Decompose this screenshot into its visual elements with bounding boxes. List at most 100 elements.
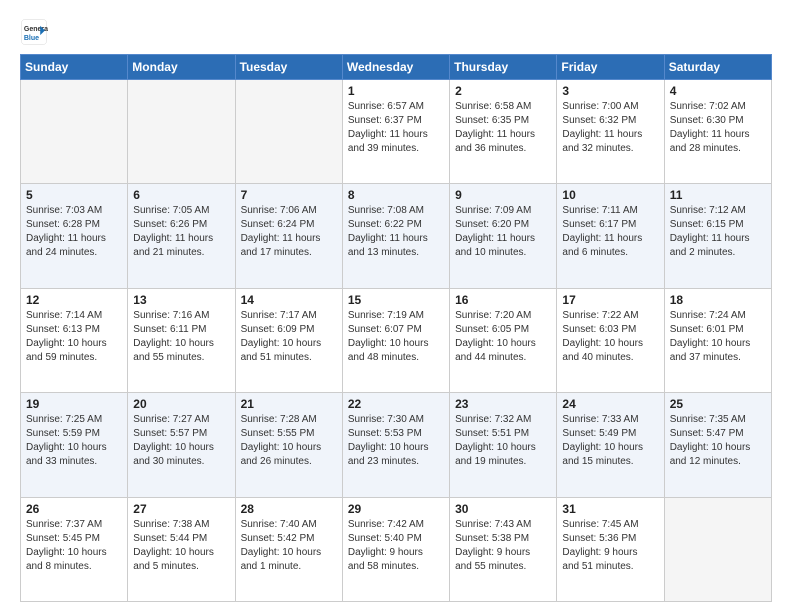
calendar-table: SundayMondayTuesdayWednesdayThursdayFrid… <box>20 54 772 602</box>
day-info: Sunrise: 7:24 AM Sunset: 6:01 PM Dayligh… <box>670 309 766 365</box>
calendar-cell: 7 Sunrise: 7:06 AM Sunset: 6:24 PM Daylig… <box>235 184 342 288</box>
calendar-cell: 5Sunrise: 7:03 AM Sunset: 6:28 PM Daylig… <box>21 184 128 288</box>
calendar-week-row: 5Sunrise: 7:03 AM Sunset: 6:28 PM Daylig… <box>21 184 772 288</box>
day-number: 10 <box>562 188 658 202</box>
day-info: Sunrise: 7:17 AM Sunset: 6:09 PM Dayligh… <box>241 309 337 365</box>
calendar-cell: 15Sunrise: 7:19 AM Sunset: 6:07 PM Dayli… <box>342 288 449 392</box>
day-number: 15 <box>348 293 444 307</box>
day-number: 4 <box>670 84 766 98</box>
logo-icon: General Blue <box>20 18 48 46</box>
day-info: Sunrise: 7:22 AM Sunset: 6:03 PM Dayligh… <box>562 309 658 365</box>
svg-text:General: General <box>24 26 48 33</box>
day-info: Sunrise: 7:30 AM Sunset: 5:53 PM Dayligh… <box>348 413 444 469</box>
day-info: Sunrise: 7:14 AM Sunset: 6:13 PM Dayligh… <box>26 309 122 365</box>
calendar-cell: 12 Sunrise: 7:14 AM Sunset: 6:13 PM Dayli… <box>21 288 128 392</box>
day-number: 13 <box>133 293 229 307</box>
calendar-cell: 24 Sunrise: 7:33 AM Sunset: 5:49 PM Dayli… <box>557 393 664 497</box>
calendar-cell <box>128 80 235 184</box>
day-number: 29 <box>348 502 444 516</box>
calendar-cell: 11 Sunrise: 7:12 AM Sunset: 6:15 PM Dayli… <box>664 184 771 288</box>
calendar-cell: 28 Sunrise: 7:40 AM Sunset: 5:42 PM Dayli… <box>235 497 342 601</box>
day-info: Sunrise: 6:58 AM Sunset: 6:35 PM Dayligh… <box>455 100 551 156</box>
day-number: 21 <box>241 397 337 411</box>
day-number: 24 <box>562 397 658 411</box>
day-number: 18 <box>670 293 766 307</box>
day-info: Sunrise: 7:33 AM Sunset: 5:49 PM Dayligh… <box>562 413 658 469</box>
day-number: 9 <box>455 188 551 202</box>
calendar-cell: 10Sunrise: 7:11 AM Sunset: 6:17 PM Dayli… <box>557 184 664 288</box>
calendar-cell: 2 Sunrise: 6:58 AM Sunset: 6:35 PM Daylig… <box>450 80 557 184</box>
calendar-cell: 21 Sunrise: 7:28 AM Sunset: 5:55 PM Dayli… <box>235 393 342 497</box>
calendar-week-row: 19 Sunrise: 7:25 AM Sunset: 5:59 PM Dayli… <box>21 393 772 497</box>
calendar-cell: 30 Sunrise: 7:43 AM Sunset: 5:38 PM Dayli… <box>450 497 557 601</box>
calendar-cell: 16Sunrise: 7:20 AM Sunset: 6:05 PM Dayli… <box>450 288 557 392</box>
calendar-cell: 23 Sunrise: 7:32 AM Sunset: 5:51 PM Dayli… <box>450 393 557 497</box>
weekday-monday: Monday <box>128 55 235 80</box>
day-info: Sunrise: 7:25 AM Sunset: 5:59 PM Dayligh… <box>26 413 122 469</box>
day-info: Sunrise: 7:16 AM Sunset: 6:11 PM Dayligh… <box>133 309 229 365</box>
calendar-cell: 29Sunrise: 7:42 AM Sunset: 5:40 PM Dayli… <box>342 497 449 601</box>
day-number: 6 <box>133 188 229 202</box>
day-info: Sunrise: 7:12 AM Sunset: 6:15 PM Dayligh… <box>670 204 766 260</box>
day-number: 31 <box>562 502 658 516</box>
day-number: 19 <box>26 397 122 411</box>
calendar-cell: 25Sunrise: 7:35 AM Sunset: 5:47 PM Dayli… <box>664 393 771 497</box>
calendar-cell: 3Sunrise: 7:00 AM Sunset: 6:32 PM Daylig… <box>557 80 664 184</box>
calendar-cell: 31 Sunrise: 7:45 AM Sunset: 5:36 PM Dayli… <box>557 497 664 601</box>
day-info: Sunrise: 7:08 AM Sunset: 6:22 PM Dayligh… <box>348 204 444 260</box>
day-number: 7 <box>241 188 337 202</box>
page: General Blue SundayMondayTuesdayWednesda… <box>0 0 792 612</box>
calendar-cell: 8 Sunrise: 7:08 AM Sunset: 6:22 PM Daylig… <box>342 184 449 288</box>
calendar-cell: 14 Sunrise: 7:17 AM Sunset: 6:09 PM Dayli… <box>235 288 342 392</box>
day-info: Sunrise: 7:38 AM Sunset: 5:44 PM Dayligh… <box>133 518 229 574</box>
calendar-cell: 27Sunrise: 7:38 AM Sunset: 5:44 PM Dayli… <box>128 497 235 601</box>
day-info: Sunrise: 7:20 AM Sunset: 6:05 PM Dayligh… <box>455 309 551 365</box>
day-info: Sunrise: 7:40 AM Sunset: 5:42 PM Dayligh… <box>241 518 337 574</box>
calendar-cell: 13 Sunrise: 7:16 AM Sunset: 6:11 PM Dayli… <box>128 288 235 392</box>
day-info: Sunrise: 7:27 AM Sunset: 5:57 PM Dayligh… <box>133 413 229 469</box>
svg-text:Blue: Blue <box>24 35 39 42</box>
logo: General Blue <box>20 18 50 46</box>
day-info: Sunrise: 7:03 AM Sunset: 6:28 PM Dayligh… <box>26 204 122 260</box>
calendar-cell: 22 Sunrise: 7:30 AM Sunset: 5:53 PM Dayli… <box>342 393 449 497</box>
day-info: Sunrise: 7:02 AM Sunset: 6:30 PM Dayligh… <box>670 100 766 156</box>
calendar-week-row: 1 Sunrise: 6:57 AM Sunset: 6:37 PM Daylig… <box>21 80 772 184</box>
day-info: Sunrise: 7:43 AM Sunset: 5:38 PM Dayligh… <box>455 518 551 574</box>
day-info: Sunrise: 7:45 AM Sunset: 5:36 PM Dayligh… <box>562 518 658 574</box>
day-number: 22 <box>348 397 444 411</box>
weekday-tuesday: Tuesday <box>235 55 342 80</box>
calendar-cell: 26 Sunrise: 7:37 AM Sunset: 5:45 PM Dayli… <box>21 497 128 601</box>
weekday-wednesday: Wednesday <box>342 55 449 80</box>
day-number: 1 <box>348 84 444 98</box>
calendar-cell <box>235 80 342 184</box>
calendar-cell: 9Sunrise: 7:09 AM Sunset: 6:20 PM Daylig… <box>450 184 557 288</box>
calendar-cell: 6 Sunrise: 7:05 AM Sunset: 6:26 PM Daylig… <box>128 184 235 288</box>
day-number: 12 <box>26 293 122 307</box>
day-info: Sunrise: 7:05 AM Sunset: 6:26 PM Dayligh… <box>133 204 229 260</box>
day-info: Sunrise: 7:00 AM Sunset: 6:32 PM Dayligh… <box>562 100 658 156</box>
calendar-cell: 4 Sunrise: 7:02 AM Sunset: 6:30 PM Daylig… <box>664 80 771 184</box>
day-info: Sunrise: 7:06 AM Sunset: 6:24 PM Dayligh… <box>241 204 337 260</box>
day-info: Sunrise: 6:57 AM Sunset: 6:37 PM Dayligh… <box>348 100 444 156</box>
day-number: 14 <box>241 293 337 307</box>
day-number: 11 <box>670 188 766 202</box>
day-number: 26 <box>26 502 122 516</box>
day-info: Sunrise: 7:32 AM Sunset: 5:51 PM Dayligh… <box>455 413 551 469</box>
day-number: 20 <box>133 397 229 411</box>
day-info: Sunrise: 7:28 AM Sunset: 5:55 PM Dayligh… <box>241 413 337 469</box>
weekday-saturday: Saturday <box>664 55 771 80</box>
day-number: 23 <box>455 397 551 411</box>
weekday-sunday: Sunday <box>21 55 128 80</box>
calendar-cell: 19 Sunrise: 7:25 AM Sunset: 5:59 PM Dayli… <box>21 393 128 497</box>
calendar-cell: 1 Sunrise: 6:57 AM Sunset: 6:37 PM Daylig… <box>342 80 449 184</box>
day-number: 28 <box>241 502 337 516</box>
day-number: 2 <box>455 84 551 98</box>
day-number: 30 <box>455 502 551 516</box>
day-number: 17 <box>562 293 658 307</box>
weekday-friday: Friday <box>557 55 664 80</box>
day-info: Sunrise: 7:37 AM Sunset: 5:45 PM Dayligh… <box>26 518 122 574</box>
calendar-week-row: 12 Sunrise: 7:14 AM Sunset: 6:13 PM Dayli… <box>21 288 772 392</box>
header: General Blue <box>20 18 772 46</box>
day-number: 25 <box>670 397 766 411</box>
day-number: 8 <box>348 188 444 202</box>
